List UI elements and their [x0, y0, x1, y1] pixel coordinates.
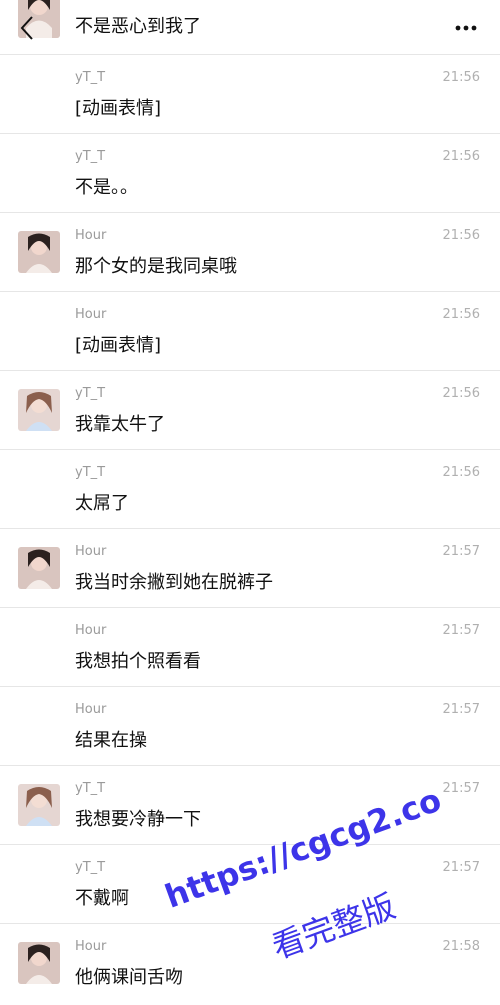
- message-time: 21:57: [442, 544, 480, 559]
- message-row[interactable]: yT_T 21:56 我靠太牛了: [0, 370, 500, 449]
- message-row[interactable]: Hour 21:57 我想拍个照看看: [0, 607, 500, 686]
- sender-name: yT_T: [75, 386, 106, 401]
- message-text: 太屌了: [75, 493, 129, 514]
- message-time: 21:56: [442, 228, 480, 243]
- sender-name: Hour: [75, 544, 107, 559]
- message-text: 我靠太牛了: [75, 414, 165, 435]
- sender-name: yT_T: [75, 465, 106, 480]
- message-row[interactable]: Hour 21:56 那个女的是我同桌哦: [0, 212, 500, 291]
- message-row[interactable]: yT_T 21:56 [动画表情]: [0, 54, 500, 133]
- avatar-yt[interactable]: [18, 389, 60, 431]
- message-row[interactable]: yT_T 21:56 不是。。: [0, 133, 500, 212]
- sender-name: yT_T: [75, 70, 106, 85]
- message-time: 21:56: [442, 149, 480, 164]
- message-text: 他俩课间舌吻: [75, 967, 183, 988]
- message-row[interactable]: Hour 21:58 他俩课间舌吻: [0, 923, 500, 1002]
- sender-name: yT_T: [75, 149, 106, 164]
- message-time: 21:56: [442, 465, 480, 480]
- message-time: 21:57: [442, 781, 480, 796]
- message-text: 我想要冷静一下: [75, 809, 201, 830]
- message-time: 21:58: [442, 939, 480, 954]
- message-text: 结果在操: [75, 730, 147, 751]
- avatar-hour[interactable]: [18, 547, 60, 589]
- sender-name: yT_T: [75, 781, 106, 796]
- message-row[interactable]: yT_T 21:56 太屌了: [0, 449, 500, 528]
- message-text: [动画表情]: [75, 335, 162, 356]
- avatar-hour[interactable]: [18, 942, 60, 984]
- message-time: 21:56: [442, 307, 480, 322]
- sender-name: Hour: [75, 702, 107, 717]
- sender-name: Hour: [75, 939, 107, 954]
- message-text: 我当时余撇到她在脱裤子: [75, 572, 273, 593]
- message-time: 21:57: [442, 702, 480, 717]
- message-row[interactable]: Hour 21:57 结果在操: [0, 686, 500, 765]
- message-time: 21:57: [442, 860, 480, 875]
- message-text: 不是。。: [75, 177, 138, 198]
- avatar-hour[interactable]: [18, 231, 60, 273]
- message-row[interactable]: Hour 21:56 [动画表情]: [0, 291, 500, 370]
- back-chevron-icon: [20, 16, 33, 40]
- message-time: 21:57: [442, 623, 480, 638]
- top-bar: 不是恶心到我了: [0, 0, 500, 56]
- message-time: 21:56: [442, 70, 480, 85]
- avatar-yt[interactable]: [18, 784, 60, 826]
- back-button[interactable]: [10, 12, 46, 48]
- sender-name: yT_T: [75, 860, 106, 875]
- message-text: 不是恶心到我了: [75, 16, 201, 37]
- message-time: 21:56: [442, 386, 480, 401]
- message-text: 那个女的是我同桌哦: [75, 256, 237, 277]
- more-options-button[interactable]: [452, 18, 480, 38]
- message-row[interactable]: Hour 21:57 我当时余撇到她在脱裤子: [0, 528, 500, 607]
- message-text: [动画表情]: [75, 98, 162, 119]
- sender-name: Hour: [75, 228, 107, 243]
- sender-name: Hour: [75, 307, 107, 322]
- sender-name: Hour: [75, 623, 107, 638]
- message-text: 不戴啊: [75, 888, 129, 909]
- message-text: 我想拍个照看看: [75, 651, 201, 672]
